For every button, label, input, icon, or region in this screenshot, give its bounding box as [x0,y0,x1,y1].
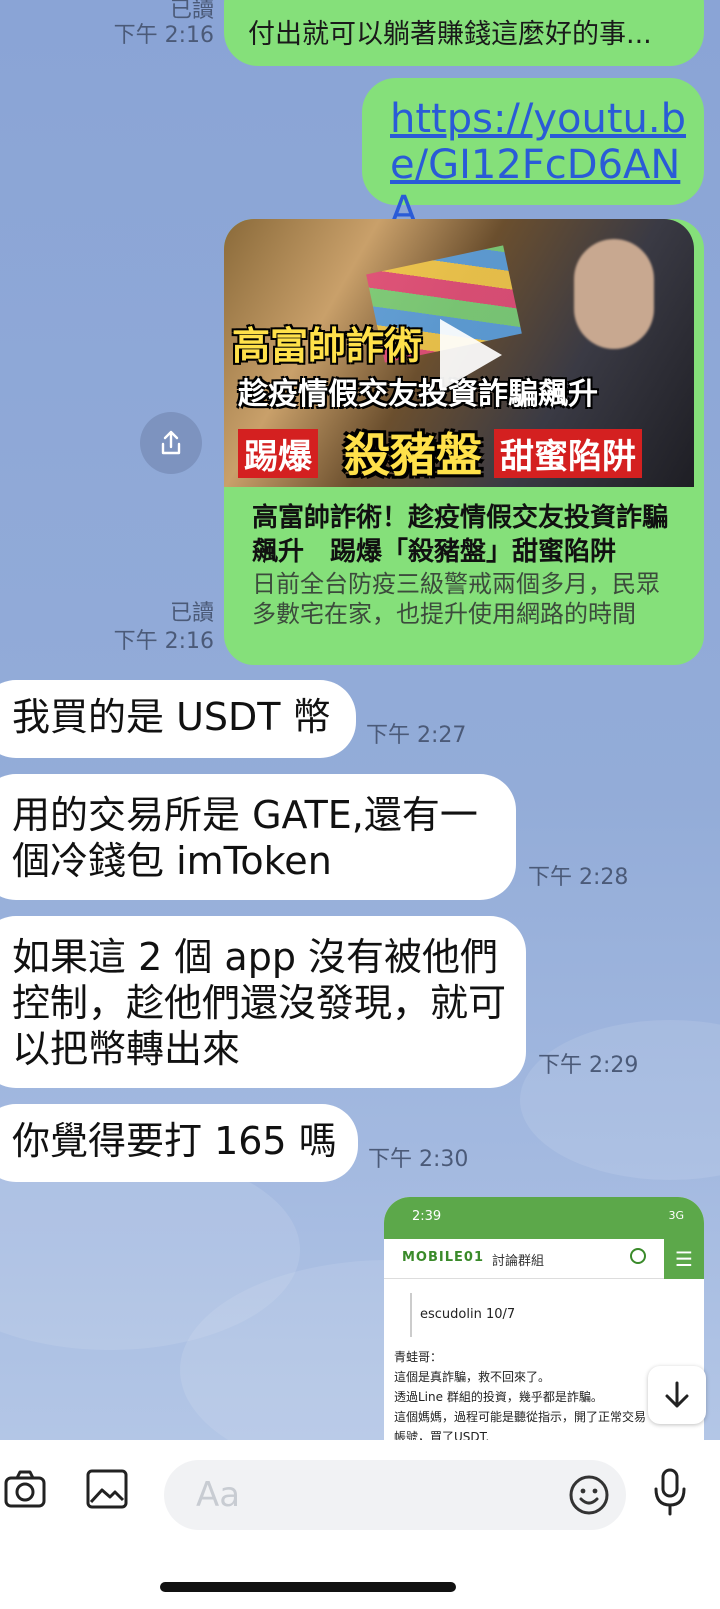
camera-button[interactable] [2,1466,48,1512]
site-logo: MOBILE01 [402,1250,484,1265]
read-receipt: 已讀 下午 2:16 [113,601,214,654]
thumbnail-title-line3a: 踢爆 [238,429,318,478]
image-icon [86,1469,128,1509]
search-icon [630,1248,646,1264]
message-input-bar [0,1440,720,1609]
voice-button[interactable] [650,1466,690,1518]
message-text: 用的交易所是 GATE,還有一個冷錢包 imToken [12,793,478,883]
read-receipt: 已讀 下午 2:16 [113,0,214,48]
message-time: 下午 2:30 [368,1147,469,1172]
screenshot-site-header: MOBILE01 討論群組 ☰ [384,1239,704,1279]
link-preview-description: 日前全台防疫三級警戒兩個多月，民眾多數宅在家，也提升使用網路的時間 [252,570,660,628]
thumbnail-person-image [574,239,654,349]
thumbnail-title-line1: 高富帥詐術 [232,324,423,368]
message-text: 付出就可以躺著賺錢這麼好的事... [248,19,652,50]
message-time: 下午 2:27 [366,723,467,748]
received-message-bubble[interactable]: 如果這 2 個 app 沒有被他們控制，趁他們還沒發現，就可以把幣轉出來 [0,916,526,1088]
message-text: 如果這 2 個 app 沒有被他們控制，趁他們還沒發現，就可以把幣轉出來 [12,935,507,1071]
home-indicator [160,1582,456,1592]
image-button[interactable] [84,1466,130,1512]
sent-message-bubble[interactable]: 付出就可以躺著賺錢這麼好的事... [224,0,704,66]
thumbnail-title-line3b: 殺豬盤 [344,428,482,482]
chat-area[interactable]: 已讀 下午 2:16 付出就可以躺著賺錢這麼好的事... https://you… [0,0,720,1440]
play-icon[interactable] [440,319,502,391]
video-thumbnail[interactable]: 高富帥詐術 趁疫情假交友投資詐騙飆升 踢爆 殺豬盤 甜蜜陷阱 [224,219,694,487]
link-preview-card[interactable]: 高富帥詐術 趁疫情假交友投資詐騙飆升 踢爆 殺豬盤 甜蜜陷阱 高富帥詐術！趁疫情… [224,219,704,665]
camera-icon [4,1470,46,1508]
screenshot-status-bar: 2:39 3G [384,1197,704,1239]
background-cloud [520,1020,720,1180]
scroll-down-icon [665,1381,689,1408]
received-message-bubble[interactable]: 你覺得要打 165 嗎 [0,1104,358,1182]
menu-icon: ☰ [664,1239,704,1279]
share-icon [161,430,181,455]
emoji-icon [569,1475,609,1515]
received-message-bubble[interactable]: 用的交易所是 GATE,還有一個冷錢包 imToken [0,774,516,900]
share-button[interactable] [140,412,202,474]
message-time: 下午 2:28 [528,865,629,890]
message-time: 下午 2:29 [538,1053,639,1078]
message-text: 我買的是 USDT 幣 [12,695,331,739]
youtube-link[interactable]: https://youtu.be/GI12FcD6ANA [390,96,690,234]
scroll-to-bottom-button[interactable] [648,1366,706,1424]
link-preview-title: 高富帥詐術！趁疫情假交友投資詐騙飆升 踢爆「殺豬盤」甜蜜陷阱 [252,503,669,567]
thumbnail-title-line3c: 甜蜜陷阱 [494,429,642,478]
message-input[interactable] [164,1460,626,1530]
emoji-button[interactable] [566,1472,612,1518]
received-message-bubble[interactable]: 我買的是 USDT 幣 [0,680,356,758]
thumbnail-title-line2: 趁疫情假交友投資詐騙飆升 [238,377,598,412]
message-text: 你覺得要打 165 嗎 [12,1119,337,1163]
sent-link-bubble[interactable]: https://youtu.be/GI12FcD6ANA [362,78,704,234]
microphone-icon [654,1468,686,1516]
